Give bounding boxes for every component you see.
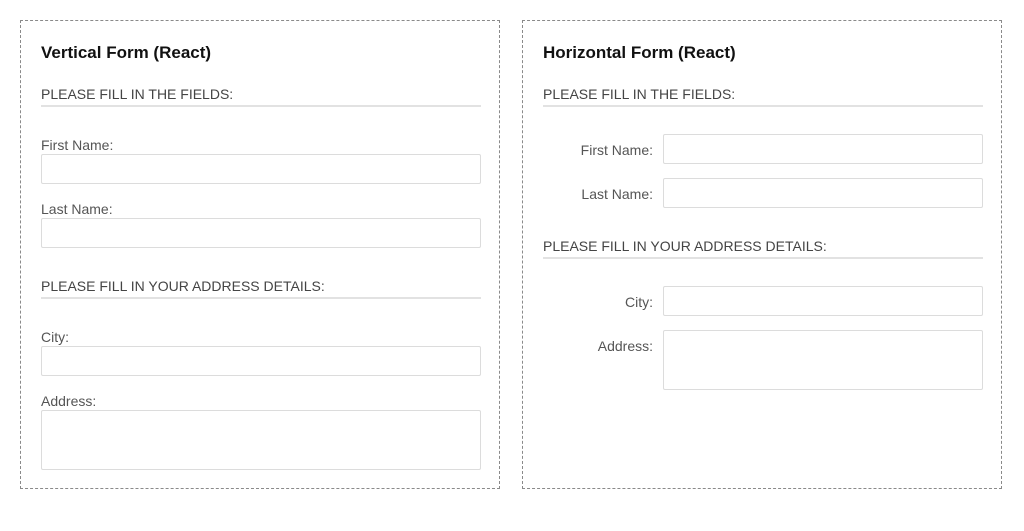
horizontal-first-name-input[interactable]	[663, 134, 983, 164]
vertical-last-name-label: Last Name:	[41, 201, 113, 217]
vertical-form-title: Vertical Form (React)	[41, 43, 212, 62]
horizontal-first-name-label: First Name:	[580, 142, 653, 158]
horizontal-section-fields-heading: PLEASE FILL IN THE FIELDS:	[543, 86, 983, 107]
horizontal-address-label: Address:	[597, 338, 653, 354]
horizontal-city-input[interactable]	[663, 286, 983, 316]
horizontal-form-panel: Horizontal Form (React) PLEASE FILL IN T…	[522, 20, 1002, 489]
vertical-address-label: Address:	[41, 393, 97, 409]
vertical-section-address-heading: PLEASE FILL IN YOUR ADDRESS DETAILS:	[41, 278, 481, 299]
vertical-section-fields-heading: PLEASE FILL IN THE FIELDS:	[41, 86, 481, 107]
vertical-first-name-label: First Name:	[41, 137, 114, 153]
horizontal-last-name-input[interactable]	[663, 178, 983, 208]
horizontal-section-address-heading: PLEASE FILL IN YOUR ADDRESS DETAILS:	[543, 238, 983, 259]
vertical-address-textarea[interactable]	[41, 410, 481, 470]
vertical-first-name-input[interactable]	[41, 154, 481, 184]
vertical-last-name-input[interactable]	[41, 218, 481, 248]
horizontal-address-textarea[interactable]	[663, 330, 983, 390]
horizontal-last-name-label: Last Name:	[581, 186, 653, 202]
horizontal-form-title: Horizontal Form (React)	[543, 43, 736, 62]
vertical-city-input[interactable]	[41, 346, 481, 376]
horizontal-city-label: City:	[625, 294, 653, 310]
vertical-city-label: City:	[41, 329, 69, 345]
vertical-form-panel: Vertical Form (React) PLEASE FILL IN THE…	[20, 20, 500, 489]
